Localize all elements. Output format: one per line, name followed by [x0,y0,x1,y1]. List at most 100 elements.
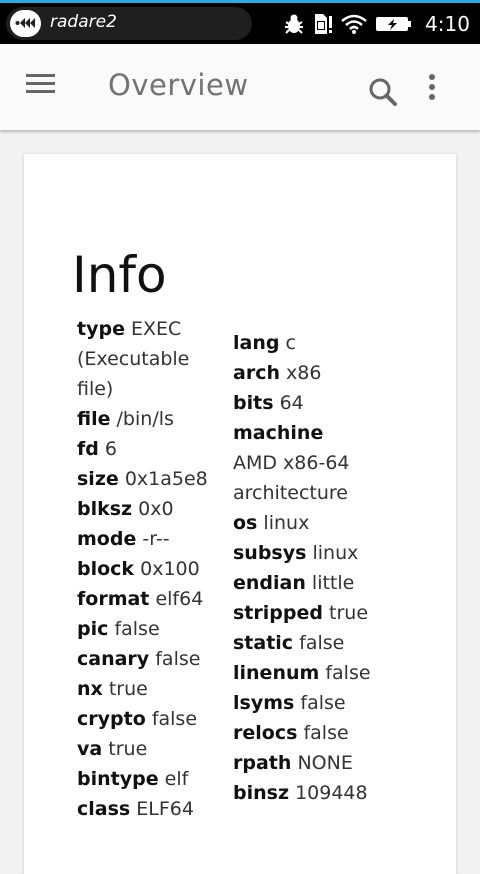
info-row-os: os linux [233,508,373,538]
info-value: 0x100 [140,558,200,580]
info-row-lang: lang c [233,328,373,358]
info-key: bintype [77,768,159,790]
info-key: canary [77,648,150,670]
app-name: radare2 [50,12,117,32]
info-row-class: class ELF64 [77,794,211,824]
info-key: nx [77,678,103,700]
info-card: Info type EXEC (Executable file) file /b… [24,154,456,874]
info-key: endian [233,572,306,594]
info-key: size [77,468,119,490]
info-row-lsyms: lsyms false [233,688,373,718]
card-title: Info [72,245,167,304]
info-row-static: static false [233,628,373,658]
search-icon[interactable] [368,76,400,108]
info-value: linux [263,512,310,534]
info-value: false [114,618,160,640]
info-key: machine [233,422,324,444]
info-row-binsz: binsz 109448 [233,778,373,808]
info-value: linux [312,542,359,564]
info-row-crypto: crypto false [77,704,211,734]
info-key: lsyms [233,692,295,714]
info-row-bits: bits 64 [233,388,373,418]
info-key: relocs [233,722,298,744]
more-vertical-icon[interactable] [420,72,444,106]
info-key: rpath [233,752,292,774]
info-row-stripped: stripped true [233,598,373,628]
info-value: false [155,648,201,670]
info-value: false [299,632,345,654]
info-value: true [108,678,148,700]
battery-charging-icon [376,17,412,31]
info-value: 6 [104,438,118,460]
info-value: true [329,602,369,624]
info-key: fd [77,438,99,460]
info-key: file [77,408,111,430]
info-value: ELF64 [136,798,194,820]
info-row-file: file /bin/ls [77,404,211,434]
info-key: os [233,512,258,534]
info-row-pic: pic false [77,614,211,644]
info-row-arch: arch x86 [233,358,373,388]
info-value: elf64 [155,588,204,610]
info-value: x86 [286,362,322,384]
sim-alert-icon [315,14,333,34]
info-row-linenum: linenum false [233,658,373,688]
info-key: bits [233,392,274,414]
info-key: subsys [233,542,307,564]
info-value: 109448 [295,782,368,804]
info-key: mode [77,528,137,550]
info-row-fd: fd 6 [77,434,211,464]
info-row-bintype: bintype elf [77,764,211,794]
app-toolbar: Overview [0,44,480,130]
info-value: little [311,572,355,594]
info-value: elf [164,768,189,790]
info-value: AMD x86-64 architecture [233,452,350,504]
info-row-blksz: blksz 0x0 [77,494,211,524]
status-bar: radare2 4:10 [0,0,480,44]
info-value: true [108,738,148,760]
info-value: -r-- [142,528,170,550]
info-row-mode: mode -r-- [77,524,211,554]
info-row-nx: nx true [77,674,211,704]
info-row-format: format elf64 [77,584,211,614]
wifi-icon [341,14,367,34]
info-value: NONE [297,752,353,774]
info-key: stripped [233,602,323,624]
info-key: binsz [233,782,290,804]
info-row-block: block 0x100 [77,554,211,584]
info-key: arch [233,362,280,384]
info-key: lang [233,332,280,354]
info-value: false [303,722,349,744]
info-key: type [77,318,125,340]
clock: 4:10 [425,12,470,36]
info-value: false [300,692,346,714]
info-row-size: size 0x1a5e8 [77,464,211,494]
info-row-machine: machine AMD x86-64 architecture [233,418,373,508]
info-key: static [233,632,294,654]
info-key: class [77,798,131,820]
info-row-relocs: relocs false [233,718,373,748]
app-notification-pill[interactable]: radare2 [6,7,252,40]
info-row-canary: canary false [77,644,211,674]
info-row-type: type EXEC (Executable file) [77,314,211,404]
info-key: crypto [77,708,146,730]
menu-icon[interactable] [26,72,56,96]
info-row-subsys: subsys linux [233,538,373,568]
info-value: false [151,708,198,730]
info-value: 0x1a5e8 [124,468,208,490]
info-value: c [285,332,296,354]
info-key: format [77,588,150,610]
info-key: va [77,738,103,760]
bug-icon [285,14,304,34]
info-value: 0x0 [138,498,174,520]
info-key: pic [77,618,109,640]
info-value: /bin/ls [116,408,174,430]
info-key: blksz [77,498,133,520]
info-value: false [325,662,371,684]
info-row-va: va true [77,734,211,764]
radare2-logo-icon [10,10,41,37]
info-list-left: type EXEC (Executable file) file /bin/ls… [77,314,211,824]
info-row-endian: endian little [233,568,373,598]
info-key: block [77,558,135,580]
page-title: Overview [108,68,249,102]
